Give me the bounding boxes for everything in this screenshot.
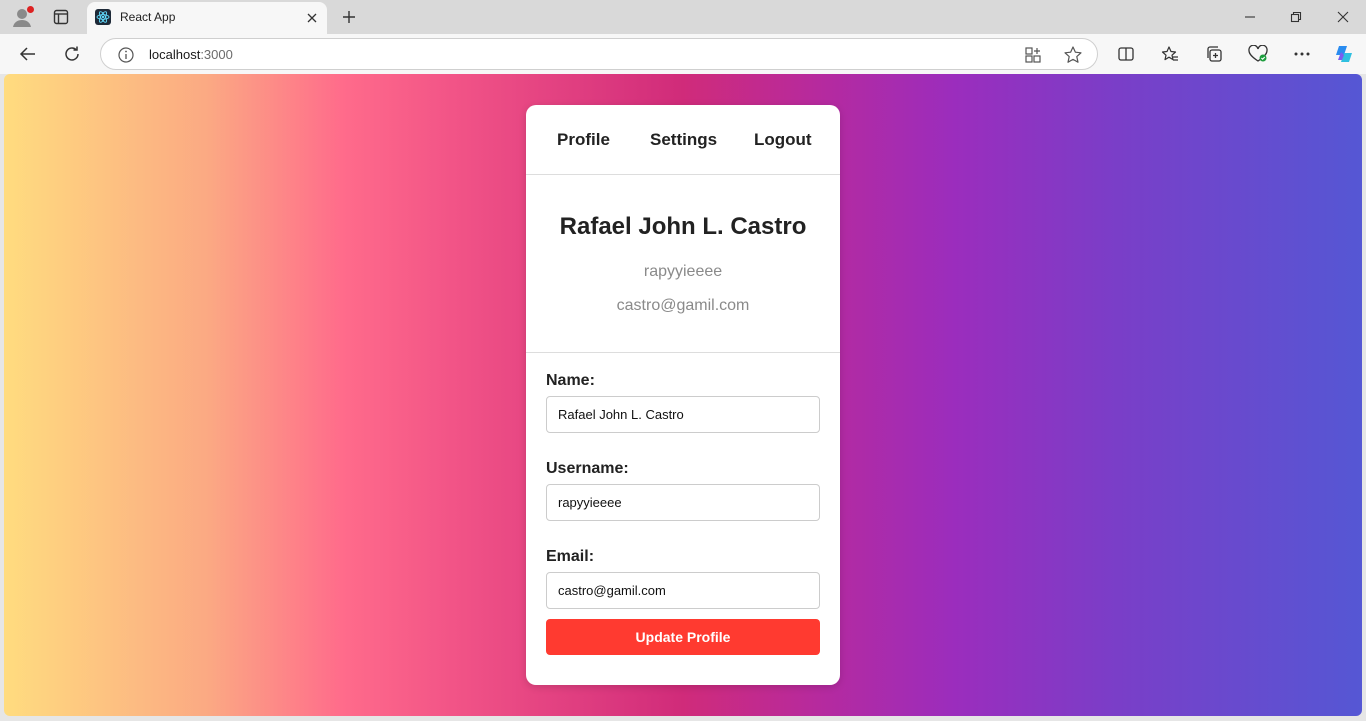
profile-email: castro@gamil.com	[616, 297, 750, 314]
browser-health-icon[interactable]	[1244, 40, 1272, 68]
page-viewport: Profile Settings Logout Rafael John L. C…	[4, 74, 1362, 716]
username-field[interactable]	[546, 484, 820, 521]
nav-logout-link[interactable]: Logout	[754, 130, 812, 150]
profile-username: rapyyieeee	[643, 263, 723, 280]
url-host: localhost	[149, 47, 201, 62]
profile-icon[interactable]	[8, 4, 36, 30]
favorites-icon[interactable]	[1156, 40, 1184, 68]
nav-profile-link[interactable]: Profile	[557, 130, 610, 150]
minimize-icon[interactable]	[1236, 4, 1264, 30]
info-icon[interactable]	[117, 46, 135, 64]
restore-icon[interactable]	[1282, 4, 1310, 30]
url-port: :3000	[200, 47, 233, 62]
browser-toolbar: localhost:3000	[0, 34, 1366, 74]
star-icon[interactable]	[1063, 45, 1083, 65]
address-bar[interactable]: localhost:3000	[100, 38, 1098, 70]
back-icon[interactable]	[14, 40, 42, 68]
collections-icon[interactable]	[1200, 40, 1228, 68]
tab-title: React App	[120, 10, 176, 24]
close-icon[interactable]	[303, 9, 321, 27]
tabs-icon[interactable]	[47, 4, 75, 30]
name-field[interactable]	[546, 396, 820, 433]
name-label: Name:	[546, 372, 595, 389]
update-profile-button[interactable]: Update Profile	[546, 619, 820, 655]
app-available-icon[interactable]	[1023, 45, 1043, 65]
copilot-icon[interactable]	[1330, 40, 1358, 68]
profile-summary: Rafael John L. Castro rapyyieeee castro@…	[526, 176, 840, 353]
username-label: Username:	[546, 460, 629, 477]
nav-settings-link[interactable]: Settings	[650, 130, 717, 150]
profile-card: Profile Settings Logout Rafael John L. C…	[526, 105, 840, 685]
profile-nav: Profile Settings Logout	[526, 105, 840, 175]
tab-react-app[interactable]: React App	[87, 2, 327, 34]
more-icon[interactable]	[1288, 40, 1316, 68]
browser-tab-bar: React App	[0, 0, 1366, 34]
split-screen-icon[interactable]	[1112, 40, 1140, 68]
profile-full-name: Rafael John L. Castro	[559, 213, 807, 240]
url-text[interactable]: localhost:3000	[149, 47, 233, 62]
reload-icon[interactable]	[58, 40, 86, 68]
react-favicon-icon	[95, 9, 111, 25]
email-field[interactable]	[546, 572, 820, 609]
plus-icon[interactable]	[336, 4, 362, 30]
email-label: Email:	[546, 548, 595, 565]
window-close-icon[interactable]	[1328, 4, 1358, 30]
notification-dot	[27, 6, 34, 13]
